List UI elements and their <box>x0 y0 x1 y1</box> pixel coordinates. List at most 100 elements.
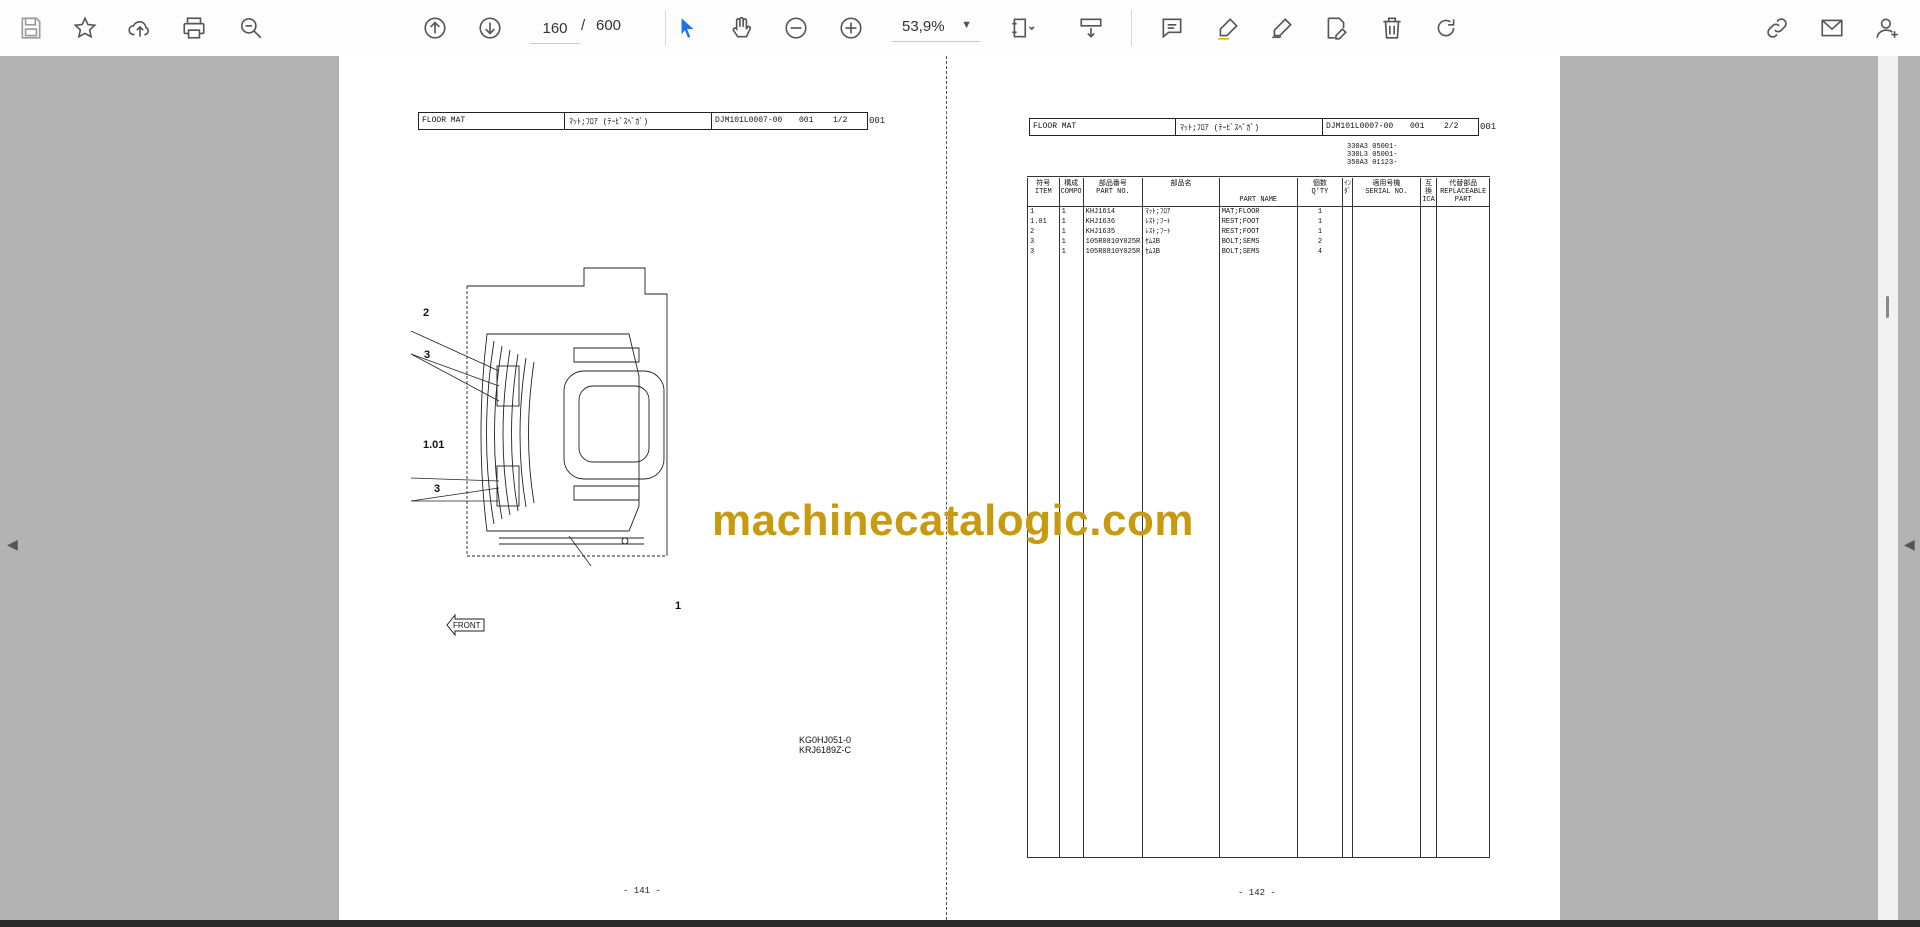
cell-ind <box>1342 237 1354 247</box>
draw-signature-icon[interactable] <box>1264 10 1300 46</box>
total-pages: 600 <box>596 17 622 34</box>
serial-list: 330A3 05001- 330L3 05001- 350A3 01123- <box>1347 143 1397 167</box>
col-ica: 互換 ICA <box>1419 178 1438 207</box>
cell-serial <box>1352 237 1421 247</box>
cell-item: 3 <box>1027 237 1060 247</box>
page-number: - 141 - <box>623 886 661 896</box>
cell-replace <box>1436 217 1490 227</box>
cell-compo: 1 <box>1058 247 1084 257</box>
header-drawing-no: DJM101L0007-00 <box>715 116 783 125</box>
cell-serial <box>1352 227 1421 237</box>
next-page-icon[interactable] <box>472 10 508 46</box>
empty-cell <box>1436 257 1490 858</box>
previous-page-icon[interactable] <box>417 10 453 46</box>
header-divider <box>564 113 565 129</box>
cell-replace <box>1436 227 1490 237</box>
email-envelope-icon[interactable] <box>1814 10 1850 46</box>
left-panel-toggle-icon[interactable]: ◀ <box>7 536 18 553</box>
scroll-mode-icon[interactable] <box>1073 10 1109 46</box>
zoom-value: 53,9% <box>902 18 945 35</box>
cell-replace <box>1436 206 1490 217</box>
col-compo: 構成 COMPO <box>1058 178 1084 207</box>
col-serial: 適用号機 SERIAL NO. <box>1352 178 1421 207</box>
bookmark-star-icon[interactable] <box>67 10 103 46</box>
page-number-input[interactable] <box>530 13 580 44</box>
upload-cloud-icon[interactable] <box>122 10 158 46</box>
zoom-dropdown[interactable]: 53,9% ▼ <box>892 13 980 42</box>
delete-trash-icon[interactable] <box>1374 10 1410 46</box>
table-row: 2 1 KHJ1635 ﾚｽﾄ;ﾌｰﾄ REST;FOOT 1 <box>1027 227 1490 237</box>
pdf-page-141: FLOOR MAT ﾏｯﾄ;ﾌﾛｱ (ﾃｰﾋﾞｽﾍﾞｶﾞ) DJM101L000… <box>339 56 946 920</box>
table-row: 1 1 KHJ1614 ﾏｯﾄ;ﾌﾛｱ MAT;FLOOR 1 <box>1027 206 1490 217</box>
empty-cell <box>1352 257 1421 858</box>
empty-cell <box>1296 257 1344 858</box>
share-link-icon[interactable] <box>1759 10 1795 46</box>
cell-name-jp: ﾚｽﾄ;ﾌｰﾄ <box>1142 227 1220 237</box>
cell-part-no: KHJ1636 <box>1082 217 1144 227</box>
right-panel-toggle-icon[interactable]: ◀ <box>1904 536 1915 553</box>
cell-ica <box>1419 217 1438 227</box>
save-icon[interactable] <box>13 10 49 46</box>
table-row: 3 1 105R0810Y025R ｾﾑｽB BOLT;SEMS 4 <box>1027 247 1490 257</box>
header-extra: 001 <box>869 116 886 126</box>
cell-item: 2 <box>1027 227 1060 237</box>
redo-icon[interactable] <box>1428 10 1464 46</box>
cell-ica <box>1419 227 1438 237</box>
empty-cell <box>1058 257 1084 858</box>
cell-qty: 2 <box>1296 237 1344 247</box>
vertical-scrollbar[interactable] <box>1878 56 1898 920</box>
empty-cell <box>1082 257 1144 858</box>
edit-text-icon[interactable] <box>1318 10 1354 46</box>
page-separator: / <box>581 17 586 34</box>
header-name-jp: ﾏｯﾄ;ﾌﾛｱ (ﾃｰﾋﾞｽﾍﾞｶﾞ) <box>1180 124 1260 133</box>
select-cursor-icon[interactable] <box>669 10 705 46</box>
zoom-in-icon[interactable] <box>833 10 869 46</box>
empty-cell <box>1142 257 1220 858</box>
print-icon[interactable] <box>176 10 212 46</box>
document-viewport[interactable]: ◀ ◀ FLOOR MAT ﾏｯﾄ;ﾌﾛｱ (ﾃｰﾋﾞｽﾍﾞｶﾞ) DJM101… <box>0 56 1920 920</box>
comment-icon[interactable] <box>1154 10 1190 46</box>
cell-compo: 1 <box>1058 217 1084 227</box>
callout-2: 2 <box>423 307 430 319</box>
cell-serial <box>1352 247 1421 257</box>
cell-part-name: BOLT;SEMS <box>1218 237 1298 247</box>
zoom-out-icon[interactable] <box>778 10 814 46</box>
toolbar-divider <box>665 10 666 46</box>
serial-range: 330L3 05001- <box>1347 151 1398 159</box>
callout-1-01: 1.01 <box>423 439 445 451</box>
callout-3: 3 <box>424 349 431 361</box>
empty-cell <box>1419 257 1438 858</box>
hand-tool-icon[interactable] <box>723 10 759 46</box>
col-part-name: PART NAME <box>1218 178 1298 207</box>
callout-1: 1 <box>675 600 682 612</box>
cell-compo: 1 <box>1058 206 1084 217</box>
cell-ind <box>1342 206 1354 217</box>
col-qty: 個数 Q'TY <box>1296 178 1344 207</box>
serial-range: 350A3 01123- <box>1347 159 1398 167</box>
cell-part-no: KHJ1614 <box>1082 206 1144 217</box>
cell-ica <box>1419 206 1438 217</box>
cell-compo: 1 <box>1058 237 1084 247</box>
watermark-text: machinecatalogic.com <box>712 496 1194 545</box>
user-account-icon[interactable] <box>1869 10 1905 46</box>
page-fit-icon[interactable] <box>1004 10 1040 46</box>
cell-part-name: REST;FOOT <box>1218 217 1298 227</box>
cell-item: 1 <box>1027 206 1060 217</box>
floor-mat-drawing <box>410 267 668 566</box>
zoom-search-icon[interactable] <box>233 10 269 46</box>
header-divider <box>711 113 712 129</box>
cell-ica <box>1419 237 1438 247</box>
front-label: FRONT <box>453 621 481 630</box>
cell-qty: 1 <box>1296 217 1344 227</box>
serial-range: 330A3 05001- <box>1347 143 1398 151</box>
cell-ind <box>1342 217 1354 227</box>
col-part-no: 部品番号 PART NO. <box>1082 178 1144 207</box>
highlight-pen-icon[interactable] <box>1210 10 1246 46</box>
table-row: 1.01 1 KHJ1636 ﾚｽﾄ;ﾌｰﾄ REST;FOOT 1 <box>1027 217 1490 227</box>
cell-item: 3 <box>1027 247 1060 257</box>
taskbar-strip <box>0 920 1920 927</box>
scrollbar-thumb[interactable] <box>1886 296 1889 318</box>
page-number: - 142 - <box>1238 888 1276 898</box>
pdf-page-142: FLOOR MAT ﾏｯﾄ;ﾌﾛｱ (ﾃｰﾋﾞｽﾍﾞｶﾞ) DJM101L000… <box>946 56 1560 920</box>
header-sheet: 2/2 <box>1444 122 1459 131</box>
